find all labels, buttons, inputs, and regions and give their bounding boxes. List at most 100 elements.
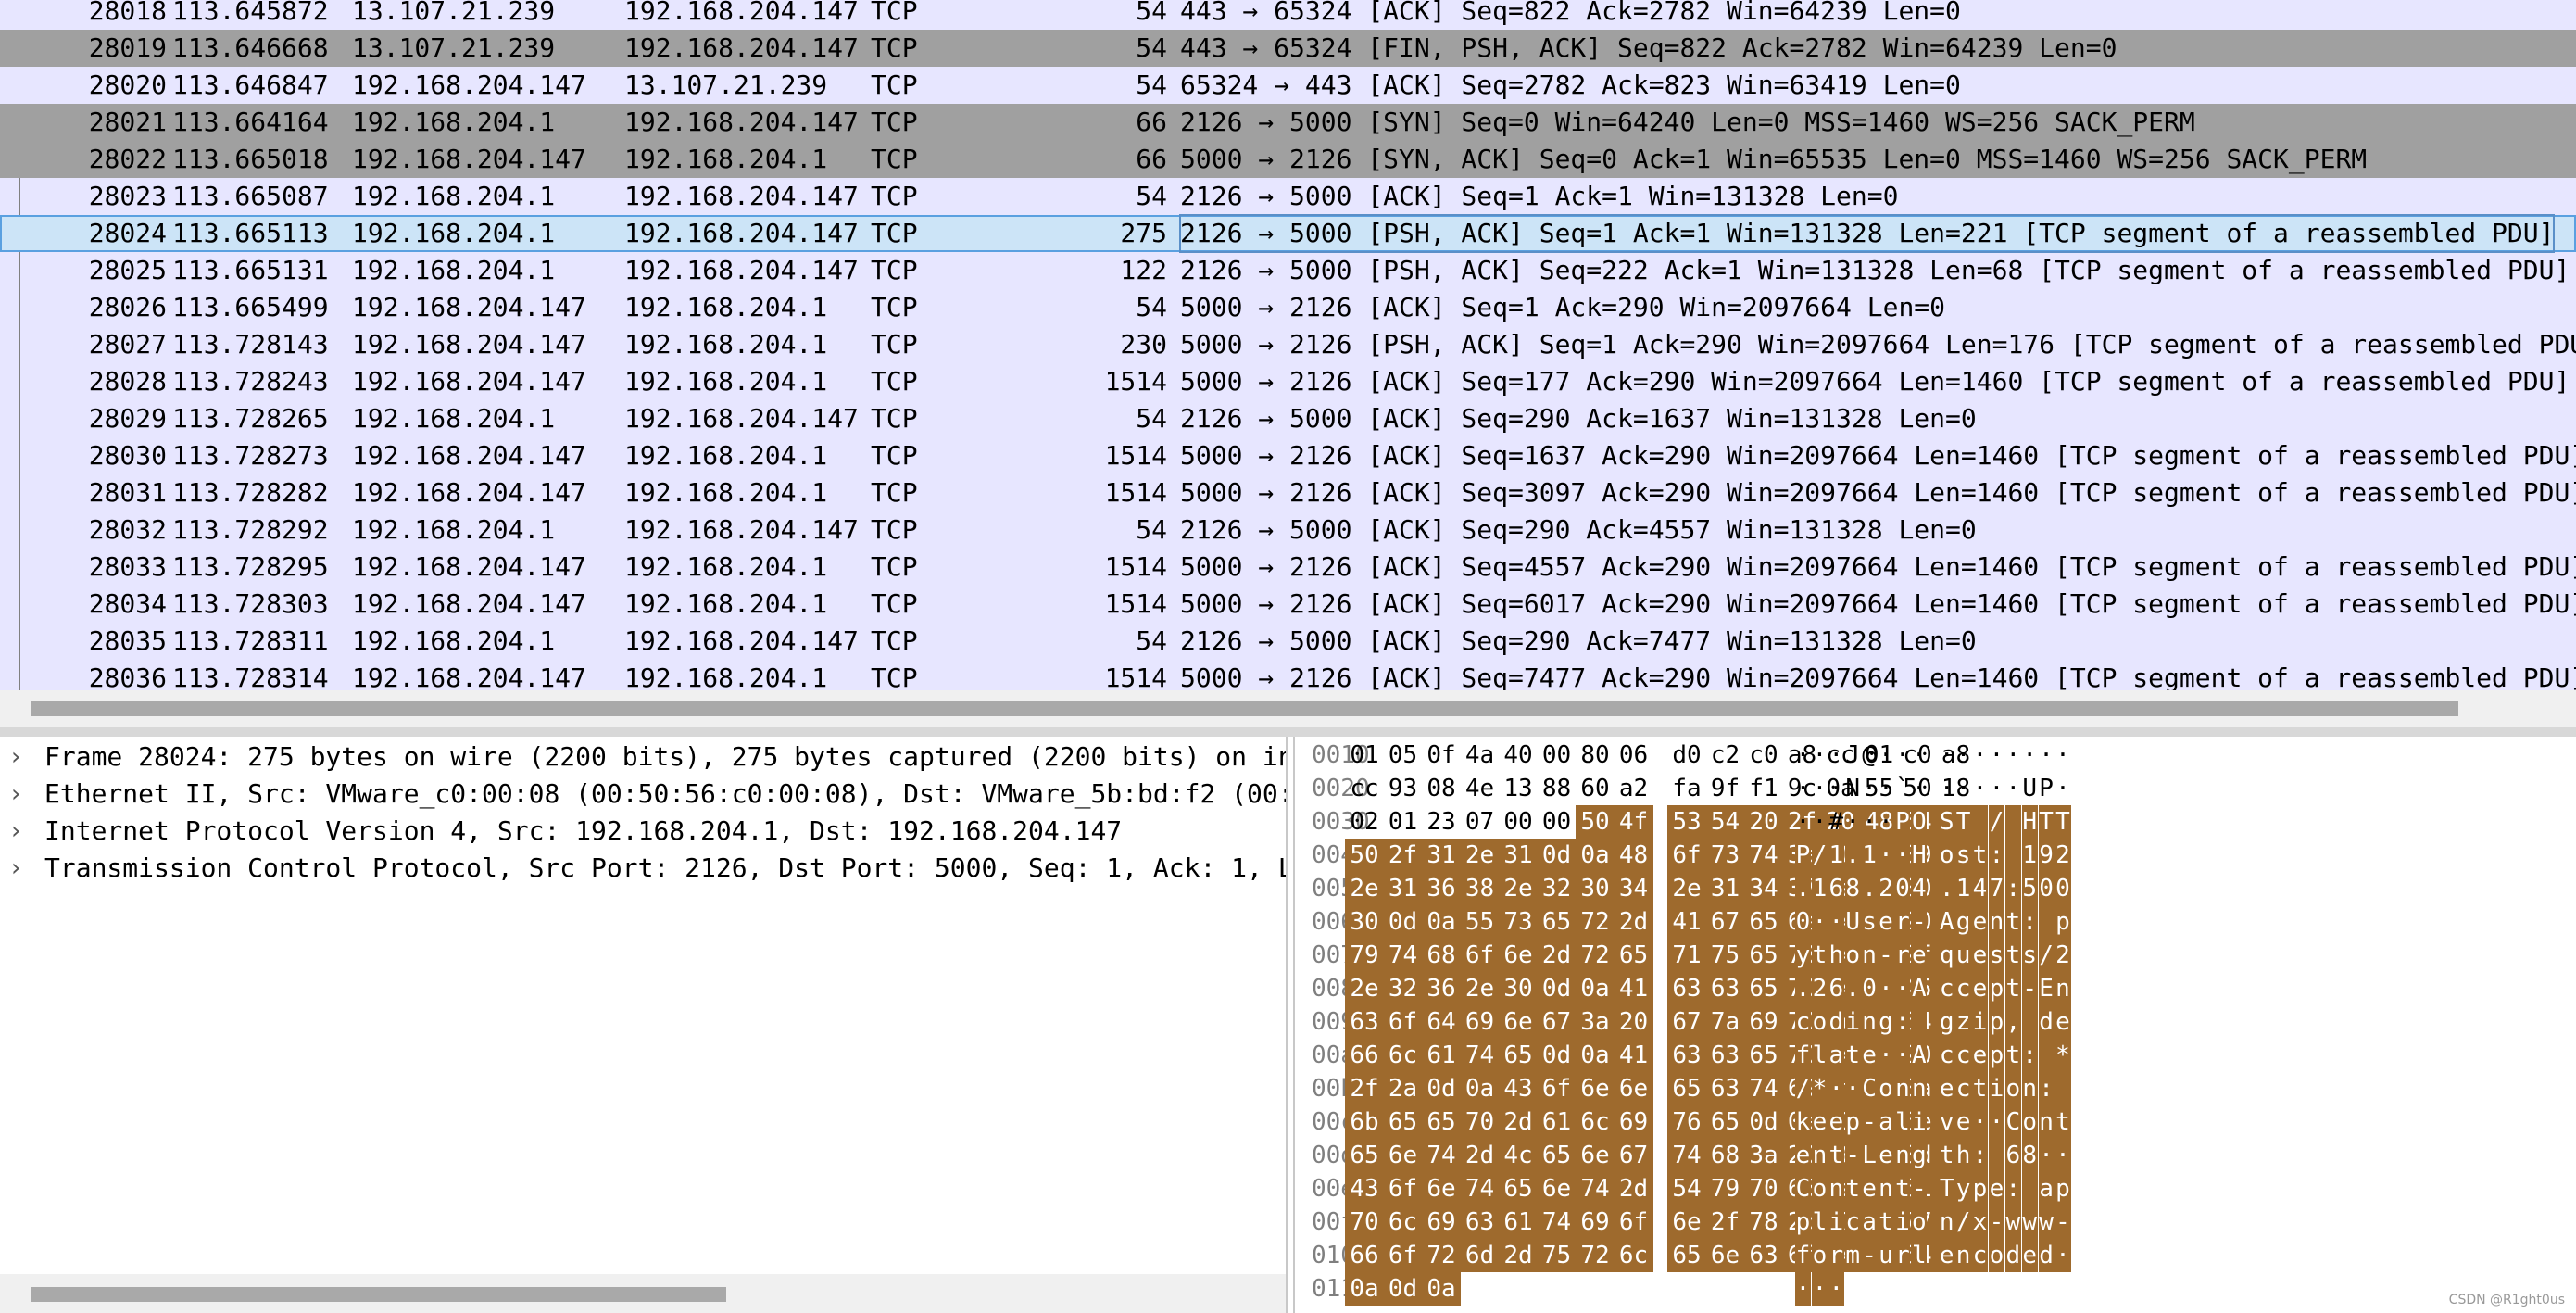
hex-byte[interactable]: 72 — [1422, 1239, 1461, 1272]
hex-byte[interactable]: 6e — [1422, 1172, 1461, 1206]
packet-row[interactable]: 28036 113.728314 192.168.204.147 192.168.20… — [0, 660, 2576, 690]
hex-byte[interactable]: 41 — [1614, 972, 1653, 1005]
ascii-char[interactable]: e — [1939, 1239, 1955, 1272]
ascii-char[interactable]: A — [1911, 1039, 1928, 1072]
hex-byte[interactable]: 65 — [1537, 1139, 1577, 1172]
hex-byte[interactable]: 65 — [1667, 1072, 1706, 1105]
ascii-char[interactable]: l — [1911, 1239, 1928, 1272]
ascii-char[interactable]: S — [1939, 805, 1955, 839]
ascii-char[interactable]: · — [1989, 739, 2004, 772]
ascii-char[interactable]: 0 — [1894, 872, 1911, 905]
hex-byte[interactable]: 68 — [1705, 1139, 1745, 1172]
hex-byte[interactable]: 0a — [1576, 972, 1615, 1005]
details-tree-item[interactable]: › Frame 28024: 275 bytes on wire (2200 bi… — [0, 739, 1286, 776]
ascii-char[interactable]: A — [1939, 905, 1955, 939]
ascii-char[interactable]: 4 — [1911, 872, 1928, 905]
hex-byte[interactable]: 41 — [1667, 905, 1706, 939]
ascii-char[interactable]: p — [1988, 972, 2004, 1005]
packet-row[interactable]: 28023 113.665087 192.168.204.1 192.168.204.… — [0, 178, 2576, 215]
packet-row[interactable]: 28035 113.728311 192.168.204.1 192.168.204.… — [0, 623, 2576, 660]
hex-byte[interactable]: 20 — [1614, 1005, 1653, 1039]
packet-row[interactable]: 28030 113.728273 192.168.204.147 192.168.20… — [0, 437, 2576, 474]
ascii-char[interactable]: n — [1988, 905, 2004, 939]
hex-byte[interactable]: 36 — [1422, 972, 1461, 1005]
ascii-char[interactable]: J — [1845, 739, 1861, 772]
ascii-char[interactable]: · — [1878, 1039, 1894, 1072]
ascii-char[interactable]: p — [1988, 1039, 2004, 1072]
packet-row[interactable]: 28020 113.646847 192.168.204.147 13.107.21.… — [0, 67, 2576, 104]
ascii-char[interactable]: n — [1811, 1139, 1828, 1172]
packet-row[interactable]: 28026 113.665499 192.168.204.147 192.168.20… — [0, 289, 2576, 326]
ascii-char[interactable] — [2055, 1072, 2071, 1105]
ascii-char[interactable]: 9 — [2038, 839, 2055, 872]
hex-byte[interactable]: 69 — [1744, 1005, 1783, 1039]
ascii-char[interactable] — [2021, 1172, 2038, 1206]
ascii-char[interactable]: : — [2004, 872, 2021, 905]
ascii-char[interactable]: s — [1988, 939, 2004, 972]
ascii-char[interactable]: U — [2022, 772, 2038, 805]
hex-byte[interactable]: 07 — [1461, 805, 1500, 839]
hex-byte[interactable]: 9f — [1706, 772, 1745, 805]
hex-byte[interactable]: 02 — [1345, 805, 1384, 839]
ascii-char[interactable]: · — [1878, 972, 1894, 1005]
bytes-row[interactable]: 00d0656e742d4c656e6774683a2036380d0aent-… — [1295, 1139, 2576, 1172]
hex-byte[interactable]: 66 — [1345, 1239, 1384, 1272]
hex-byte[interactable]: c2 — [1706, 739, 1745, 772]
ascii-char[interactable] — [2038, 1039, 2055, 1072]
packet-row[interactable]: 28027 113.728143 192.168.204.147 192.168.20… — [0, 326, 2576, 363]
ascii-char[interactable]: @ — [1862, 739, 1878, 772]
ascii-char[interactable]: P — [1795, 839, 1811, 872]
ascii-char[interactable]: / — [1811, 839, 1828, 872]
ascii-char[interactable]: o — [1988, 1239, 2004, 1272]
ascii-char[interactable]: u — [1955, 939, 1972, 972]
hex-byte[interactable]: 32 — [1383, 972, 1423, 1005]
hex-byte[interactable]: 65 — [1422, 1105, 1461, 1139]
ascii-char[interactable]: 2 — [2055, 939, 2071, 972]
ascii-char[interactable]: s — [1861, 905, 1878, 939]
bytes-row[interactable]: 0110 0a 0d 0a · · · — [1295, 1272, 2576, 1306]
hex-byte[interactable]: 69 — [1460, 1005, 1500, 1039]
hex-byte[interactable]: 65 — [1667, 1239, 1706, 1272]
hex-byte[interactable]: 0f — [1422, 739, 1461, 772]
hex-byte[interactable]: 2e — [1460, 839, 1500, 872]
details-tree-item[interactable]: › Ethernet II, Src: VMware_c0:00:08 (00:5… — [0, 776, 1286, 813]
hex-byte[interactable]: 06 — [1615, 739, 1653, 772]
packet-row[interactable]: 28033 113.728295 192.168.204.147 192.168.20… — [0, 549, 2576, 586]
expand-chevron-icon[interactable]: › — [11, 776, 20, 813]
details-horizontal-scrollbar[interactable] — [0, 1274, 1286, 1313]
ascii-char[interactable]: t — [1939, 1139, 1955, 1172]
bytes-row[interactable]: 00707974686f6e2d72657175657374732f32ytho… — [1295, 939, 2576, 972]
ascii-char[interactable]: · — [1911, 772, 1927, 805]
ascii-char[interactable]: o — [1811, 1005, 1828, 1039]
ascii-char[interactable]: i — [1894, 1206, 1911, 1239]
ascii-char[interactable]: · — [1844, 1072, 1861, 1105]
hex-byte[interactable]: 65 — [1744, 972, 1783, 1005]
ascii-char[interactable]: o — [1911, 1206, 1928, 1239]
ascii-char[interactable]: . — [1795, 972, 1811, 1005]
ascii-char[interactable]: 6 — [1828, 872, 1844, 905]
ascii-char[interactable]: · — [1894, 1039, 1911, 1072]
ascii-char[interactable]: · — [1894, 739, 1910, 772]
ascii-char[interactable]: : — [2038, 1072, 2055, 1105]
expand-chevron-icon[interactable]: › — [11, 739, 20, 776]
ascii-char[interactable]: · — [1972, 739, 1988, 772]
hex-byte[interactable]: 0a — [1576, 1039, 1615, 1072]
hex-byte[interactable]: 4a — [1461, 739, 1500, 772]
ascii-char[interactable]: p — [1795, 1206, 1811, 1239]
hex-byte[interactable]: 43 — [1499, 1072, 1538, 1105]
ascii-char[interactable]: · — [1972, 1105, 1988, 1139]
ascii-char[interactable]: 8 — [1844, 872, 1861, 905]
hex-byte[interactable]: 69 — [1422, 1206, 1461, 1239]
ascii-char[interactable]: : — [2021, 905, 2038, 939]
hex-byte[interactable]: 2e — [1345, 972, 1384, 1005]
ascii-char[interactable]: g — [1911, 1139, 1928, 1172]
ascii-char[interactable]: · — [1879, 739, 1894, 772]
hex-byte[interactable]: 0d — [1383, 905, 1423, 939]
ascii-char[interactable]: c — [1939, 972, 1955, 1005]
ascii-char[interactable]: i — [1988, 1072, 2004, 1105]
ascii-char[interactable]: a — [1828, 1039, 1844, 1072]
hex-byte[interactable]: 6f — [1383, 1239, 1423, 1272]
bytes-row[interactable]: 00502e3136382e3230342e3134373a353030.168… — [1295, 872, 2576, 905]
ascii-char[interactable]: · — [1879, 772, 1894, 805]
hex-byte[interactable]: 2d — [1537, 939, 1577, 972]
